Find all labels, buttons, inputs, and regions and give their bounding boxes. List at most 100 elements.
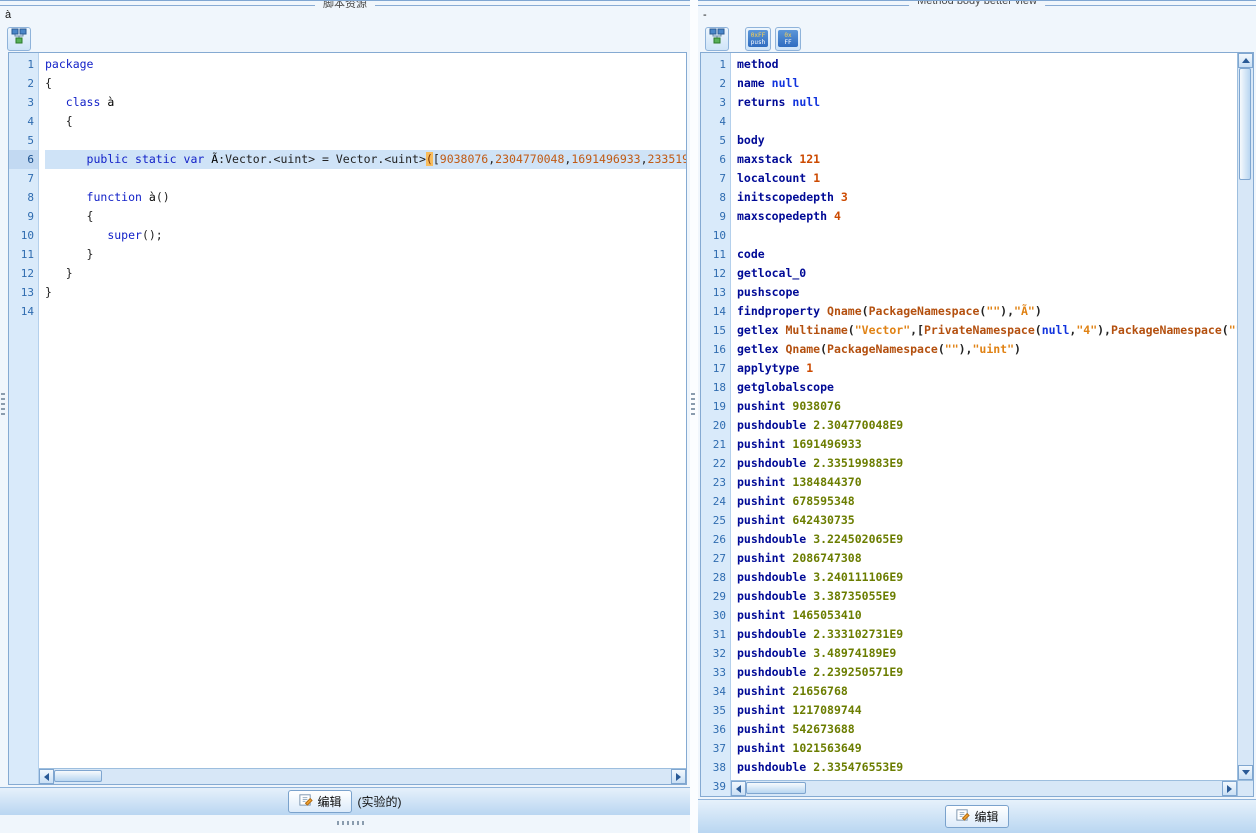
code-line: pushint 1465053410 xyxy=(737,608,862,622)
code-line: getlex Multiname("Vector",[PrivateNamesp… xyxy=(737,323,1237,337)
pcode-code-area[interactable]: method name null returns null body maxstack … xyxy=(731,53,1237,780)
line-number: 4 xyxy=(719,115,726,128)
edit-icon xyxy=(955,807,971,825)
arrow-right-icon xyxy=(1227,784,1232,793)
pcode-pane: Method body better view - 0xFF push 0x F… xyxy=(698,0,1256,833)
line-number: 3 xyxy=(27,96,34,109)
line-number: 13 xyxy=(20,286,34,299)
scroll-right-button[interactable] xyxy=(671,769,686,784)
code-line: pushdouble 2.304770048E9 xyxy=(737,418,904,432)
code-line: pushdouble 2.239250571E9 xyxy=(737,665,904,679)
horizontal-scrollbar[interactable] xyxy=(39,768,686,784)
scrollbar-thumb[interactable] xyxy=(746,782,806,794)
line-number: 6 xyxy=(9,150,38,169)
scrollbar-thumb[interactable] xyxy=(54,770,102,782)
line-number: 12 xyxy=(20,267,34,280)
hex-only-button[interactable]: 0x FF xyxy=(775,26,801,51)
scroll-up-button[interactable] xyxy=(1238,53,1253,68)
scrollbar-track[interactable] xyxy=(1238,68,1253,765)
scroll-down-button[interactable] xyxy=(1238,765,1253,780)
code-line: maxscopedepth 4 xyxy=(737,209,841,223)
code-line: function à() xyxy=(86,190,170,204)
line-number: 23 xyxy=(712,476,726,489)
line-number: 2 xyxy=(719,77,726,90)
code-line: pushdouble 3.240111106E9 xyxy=(737,570,904,584)
scroll-left-button[interactable] xyxy=(39,769,54,784)
code-line: pushdouble 3.224502065E9 xyxy=(737,532,904,546)
line-number: 38 xyxy=(712,761,726,774)
code-line: { xyxy=(45,76,52,90)
horizontal-scrollbar[interactable] xyxy=(731,780,1237,796)
line-number: 31 xyxy=(712,628,726,641)
code-line: } xyxy=(45,285,52,299)
line-number: 5 xyxy=(719,134,726,147)
line-number: 4 xyxy=(27,115,34,128)
edit-icon xyxy=(298,792,314,810)
scrollbar-track[interactable] xyxy=(54,769,671,784)
line-number: 18 xyxy=(712,381,726,394)
graph-view-button[interactable] xyxy=(7,26,31,51)
code-line: pushint 678595348 xyxy=(737,494,855,508)
line-number: 34 xyxy=(712,685,726,698)
source-footer-bar: 编辑 (实验的) xyxy=(0,787,690,815)
code-line: maxstack 121 xyxy=(737,152,821,166)
splitter-grip[interactable] xyxy=(337,821,365,825)
line-number: 16 xyxy=(712,343,726,356)
line-number: 32 xyxy=(712,647,726,660)
line-number: 19 xyxy=(712,400,726,413)
line-number: 11 xyxy=(20,248,34,261)
arrow-left-icon xyxy=(736,784,741,793)
line-number: 1 xyxy=(27,58,34,71)
graph-view-button[interactable] xyxy=(705,26,729,51)
vertical-scrollbar[interactable] xyxy=(1237,53,1253,796)
code-line: pushdouble 2.335476553E9 xyxy=(737,760,904,774)
code-line: localcount 1 xyxy=(737,171,821,185)
code-line: } xyxy=(45,266,73,280)
code-line: pushint 2086747308 xyxy=(737,551,862,565)
line-number: 22 xyxy=(712,457,726,470)
flowchart-icon xyxy=(709,28,725,49)
code-line: pushdouble 2.335199883E9 xyxy=(737,456,904,470)
line-number: 10 xyxy=(20,229,34,242)
code-line: initscopedepth 3 xyxy=(737,190,848,204)
line-number: 8 xyxy=(27,191,34,204)
code-line: } xyxy=(45,247,94,261)
arrow-down-icon xyxy=(1241,770,1250,775)
code-line: applytype 1 xyxy=(737,361,814,375)
pane-title-label: Method body better view xyxy=(909,1,1045,7)
source-code-area[interactable]: package { class à { public static var Ã:V… xyxy=(39,53,686,768)
line-number: 12 xyxy=(712,267,726,280)
scroll-right-button[interactable] xyxy=(1222,781,1237,796)
line-number-gutter: 1 2 3 4 5 6 7 8 9 10 11 12 13 14 15 16 17 18 19 20 21 22 23 24 2… xyxy=(701,53,731,796)
splitter-grip[interactable] xyxy=(1,393,5,415)
hex-with-instructions-button[interactable]: 0xFF push xyxy=(745,26,771,51)
scroll-left-button[interactable] xyxy=(731,781,746,796)
line-number-gutter: 1 2 3 4 5 6 7 8 9 10 11 12 13 14 xyxy=(9,53,39,784)
line-number: 27 xyxy=(712,552,726,565)
scrollbar-track[interactable] xyxy=(746,781,1222,796)
line-number: 11 xyxy=(712,248,726,261)
code-line: getlocal_0 xyxy=(737,266,807,280)
splitter-grip[interactable] xyxy=(691,393,695,415)
code-line: pushint 1691496933 xyxy=(737,437,862,451)
code-line: super(); xyxy=(107,228,163,242)
line-number: 14 xyxy=(20,305,34,318)
source-editor: 1 2 3 4 5 6 7 8 9 10 11 12 13 14 package{ class à { p… xyxy=(8,52,687,785)
code-line: code xyxy=(737,247,765,261)
code-line: pushint 542673688 xyxy=(737,722,855,736)
line-number: 1 xyxy=(719,58,726,71)
pane-title-label: 脚本资源 xyxy=(315,1,375,8)
code-line: pushint 9038076 xyxy=(737,399,841,413)
edit-button[interactable]: 编辑 xyxy=(288,790,352,813)
edit-button[interactable]: 编辑 xyxy=(945,805,1009,828)
scrollbar-thumb[interactable] xyxy=(1239,68,1251,180)
flowchart-icon xyxy=(11,28,27,49)
code-line: getlex Qname(PackageNamespace(""),"uint"… xyxy=(737,342,1021,356)
line-number: 26 xyxy=(712,533,726,546)
code-line: pushint 1021563649 xyxy=(737,741,862,755)
code-line: pushscope xyxy=(737,285,800,299)
code-line: returns null xyxy=(737,95,821,109)
